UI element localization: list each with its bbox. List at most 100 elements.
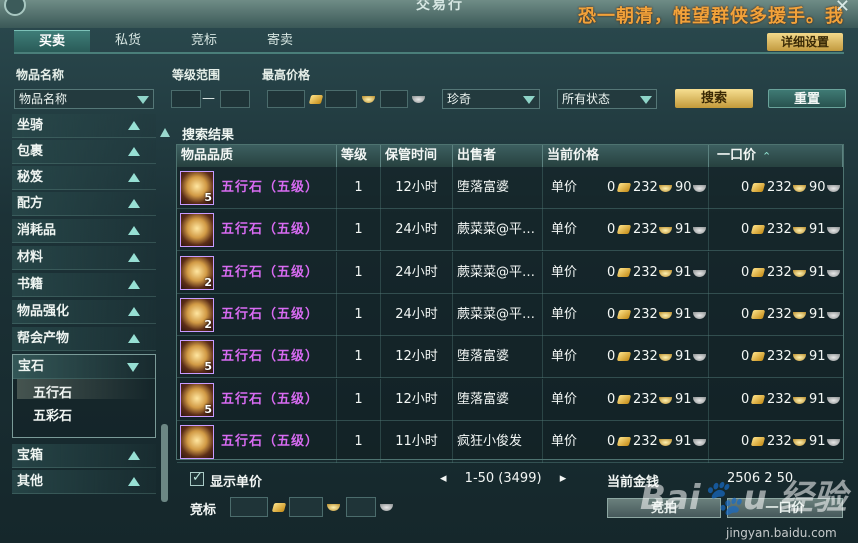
category-label: 宝箱	[17, 448, 44, 463]
tab-bidding[interactable]: 竞标	[166, 30, 242, 52]
sidebar-scrollbar[interactable]	[160, 128, 170, 506]
col-quality[interactable]: 物品品质	[177, 145, 337, 167]
table-row[interactable]: 5 五行石（五级） 1 12小时 堕落富婆 单价 0 232 90 0 232 90	[177, 167, 843, 209]
category-other[interactable]: 其他	[12, 470, 156, 494]
table-row[interactable]: 2 五行石（五级） 1 24小时 蕨菜菜@平… 单价 0 232 91 0 232 91	[177, 293, 843, 336]
collapse-down-icon	[127, 363, 139, 372]
buyout-cell: 0 232 91	[709, 209, 843, 251]
gold-coin-icon	[750, 394, 766, 404]
max-price-copper-input[interactable]	[380, 90, 408, 108]
detail-settings-button[interactable]: 详细设置	[767, 33, 843, 51]
search-button[interactable]: 搜索	[675, 89, 753, 108]
category-mount[interactable]: 坐骑	[12, 114, 156, 138]
copper-coin-icon	[693, 269, 706, 277]
price-copper: 91	[809, 306, 826, 322]
category-bag[interactable]: 包裹	[12, 140, 156, 164]
table-row[interactable]: 5 五行石（五级） 1 12小时 堕落富婆 单价 0 232 91 0 232 91	[177, 378, 843, 421]
gem-item-icon	[180, 213, 214, 248]
gold-coin-icon	[750, 309, 766, 319]
current-price: 0 232 90	[607, 167, 707, 209]
current-price-cell: 单价 0 232 91	[543, 251, 709, 294]
reset-button[interactable]: 重置	[768, 89, 846, 108]
category-manual[interactable]: 秘笈	[12, 166, 156, 190]
copper-coin-icon	[380, 504, 393, 511]
category-material[interactable]: 材料	[12, 246, 156, 270]
copper-coin-icon	[693, 438, 706, 446]
gem-subpanel: 宝石 五行石 五彩石	[12, 354, 156, 438]
scrollbar-thumb[interactable]	[161, 424, 168, 502]
subcategory-five-color-stone[interactable]: 五彩石	[33, 405, 72, 424]
level-cell: 1	[337, 167, 381, 209]
seller-cell: 堕落富婆	[453, 378, 543, 421]
unit-price-label: 单价	[551, 433, 578, 449]
show-unit-price-checkbox[interactable]: ✓	[190, 470, 204, 486]
silver-coin-icon	[793, 269, 806, 277]
price-copper: 91	[675, 306, 692, 322]
buyout-cell: 0 232 91	[709, 336, 843, 378]
quality-select[interactable]: 珍奇	[442, 89, 540, 109]
copper-coin-icon	[693, 354, 706, 362]
category-guild-product[interactable]: 帮会产物	[12, 327, 156, 351]
col-current-price[interactable]: 当前价格	[543, 145, 709, 167]
table-row[interactable]: 2 五行石（五级） 1 24小时 蕨菜菜@平… 单价 0 232 91 0 232 91	[177, 251, 843, 294]
item-name-select[interactable]: 物品名称	[14, 89, 154, 109]
category-book[interactable]: 书籍	[12, 273, 156, 297]
buyout-price: 0 232 91	[741, 336, 841, 378]
current-price: 0 232 91	[607, 294, 707, 336]
prev-page-icon[interactable]: ◂	[440, 471, 447, 486]
quality-value: 珍奇	[447, 92, 472, 106]
sort-icon[interactable]: ⌃	[762, 150, 771, 163]
table-row[interactable]: 5 五行石（五级） 1 12小时 堕落富婆 单价 0 232 91 0 232 91	[177, 336, 843, 379]
gem-item-icon: 5	[180, 340, 214, 375]
tab-private-goods[interactable]: 私货	[90, 30, 166, 52]
price-gold: 0	[741, 264, 750, 280]
col-seller[interactable]: 出售者	[453, 145, 543, 167]
results-title: 搜索结果	[182, 128, 235, 143]
expand-up-icon	[128, 173, 140, 182]
gold-coin-icon	[750, 352, 766, 362]
gold-coin-icon	[616, 309, 632, 319]
tab-consign[interactable]: 寄卖	[242, 30, 318, 52]
price-silver: 232	[767, 433, 792, 449]
scroll-up-icon[interactable]	[160, 128, 170, 137]
price-silver: 232	[633, 264, 658, 280]
category-gem[interactable]: 宝石	[13, 355, 155, 379]
price-copper: 91	[675, 433, 692, 449]
close-icon[interactable]: ✕	[835, 0, 850, 17]
next-page-icon[interactable]: ▸	[560, 471, 567, 486]
tab-buy-sell[interactable]: 买卖	[14, 30, 90, 52]
price-silver: 232	[767, 349, 792, 365]
bid-gold-input[interactable]	[230, 497, 268, 517]
level-min-input[interactable]	[171, 90, 201, 108]
col-buyout[interactable]: 一口价	[709, 145, 843, 167]
chevron-down-icon	[523, 96, 535, 104]
silver-coin-icon	[793, 227, 806, 235]
category-chest[interactable]: 宝箱	[12, 444, 156, 468]
category-consumable[interactable]: 消耗品	[12, 219, 156, 243]
col-level[interactable]: 等级	[337, 145, 381, 167]
check-icon: ✓	[192, 470, 203, 485]
max-price-silver-input[interactable]	[325, 90, 357, 108]
price-silver: 232	[633, 222, 658, 238]
bid-copper-input[interactable]	[346, 497, 376, 517]
col-time[interactable]: 保管时间	[381, 145, 453, 167]
price-copper: 91	[675, 264, 692, 280]
price-copper: 90	[809, 180, 826, 195]
category-enhance[interactable]: 物品强化	[12, 300, 156, 324]
current-price-cell: 单价 0 232 90	[543, 167, 709, 209]
category-recipe[interactable]: 配方	[12, 192, 156, 216]
level-max-input[interactable]	[220, 90, 250, 108]
table-row[interactable]: 五行石（五级） 1 11小时 疯狂小俊发 单价 0 232 91 0 232 91	[177, 420, 843, 463]
table-row[interactable]: 五行石（五级） 1 24小时 蕨菜菜@平… 单价 0 232 91 0 232 91	[177, 209, 843, 252]
gold-coin-icon	[271, 503, 287, 512]
buyout-price: 0 232 91	[741, 379, 841, 421]
max-price-gold-input[interactable]	[267, 90, 305, 108]
buyout-price: 0 232 91	[741, 252, 841, 294]
subcategory-five-element-stone[interactable]: 五行石	[33, 382, 72, 401]
bid-silver-input[interactable]	[289, 497, 323, 517]
seller-cell: 蕨菜菜@平…	[453, 209, 543, 252]
status-select[interactable]: 所有状态	[557, 89, 657, 109]
price-copper: 91	[809, 264, 826, 280]
stack-count: 5	[204, 191, 212, 204]
level-cell: 1	[337, 378, 381, 421]
